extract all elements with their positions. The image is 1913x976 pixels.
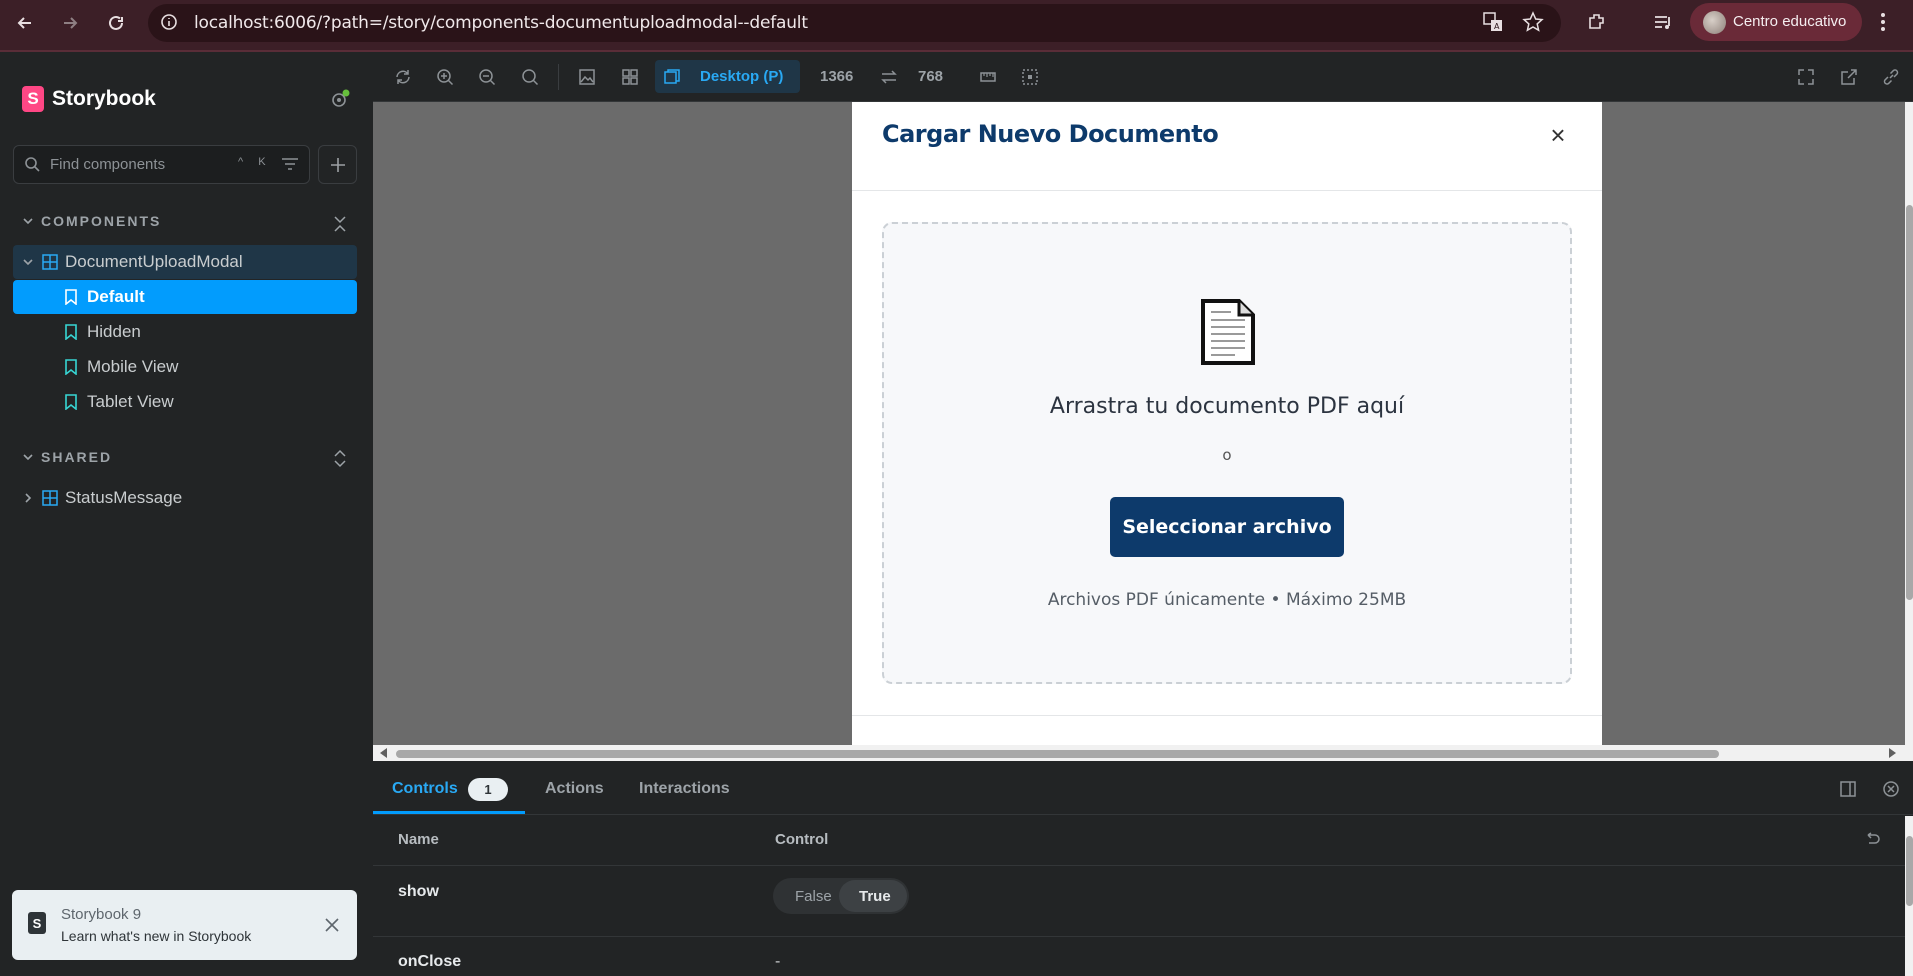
control-value-onclose: - [775, 953, 781, 970]
story-label: Default [87, 287, 145, 306]
bookmark-icon [65, 394, 77, 410]
extensions-icon[interactable] [1586, 11, 1608, 33]
panel-orientation-icon[interactable] [1840, 781, 1856, 797]
translate-icon[interactable]: A [1482, 11, 1504, 33]
whats-new-toast[interactable] [12, 890, 357, 960]
url-text[interactable]: localhost:6006/?path=/story/components-d… [194, 13, 808, 33]
open-new-tab-icon[interactable] [1838, 66, 1860, 88]
grid-icon[interactable] [619, 66, 641, 88]
document-icon [1200, 298, 1256, 366]
drop-or-text: o [1222, 446, 1232, 464]
reload-icon[interactable] [103, 10, 129, 36]
toggle-false-option[interactable]: False [795, 888, 832, 905]
toast-subtitle: Learn what's new in Storybook [61, 928, 252, 944]
column-control: Control [775, 831, 829, 848]
zoom-in-icon[interactable] [434, 66, 456, 88]
control-name-show: show [398, 883, 439, 900]
chevron-down-icon[interactable] [22, 451, 34, 463]
preview-toolbar [373, 52, 1913, 102]
fullscreen-icon[interactable] [1795, 66, 1817, 88]
viewport-width[interactable]: 1366 [820, 68, 853, 85]
bookmark-icon [65, 289, 77, 305]
svg-text:A: A [1494, 22, 1500, 31]
tab-controls[interactable]: Controls [392, 780, 458, 798]
remount-icon[interactable] [392, 66, 414, 88]
chevron-down-icon [22, 256, 34, 268]
avatar [1703, 11, 1726, 34]
media-queue-icon[interactable] [1652, 11, 1674, 33]
zoom-out-icon[interactable] [476, 66, 498, 88]
copy-link-icon[interactable] [1880, 66, 1902, 88]
scroll-right-arrow-icon[interactable] [1888, 748, 1896, 758]
tab-interactions[interactable]: Interactions [639, 780, 730, 798]
search-placeholder: Find components [50, 156, 166, 173]
app-title: Storybook [52, 87, 156, 110]
modal-footer-divider [852, 715, 1602, 716]
toast-title: Storybook 9 [61, 906, 142, 923]
tree-item-label: DocumentUploadModal [65, 252, 243, 271]
tab-actions[interactable]: Actions [545, 780, 604, 798]
section-components-title[interactable]: COMPONENTS [41, 213, 161, 229]
rotate-viewport-icon[interactable] [878, 66, 900, 88]
browser-menu-icon[interactable] [1880, 12, 1886, 32]
component-icon [42, 490, 58, 506]
viewport-height[interactable]: 768 [918, 68, 943, 85]
tree-item-statusmessage[interactable]: StatusMessage [65, 488, 182, 508]
close-panel-icon[interactable] [1883, 781, 1899, 797]
storybook-logo: S [22, 86, 44, 112]
site-info-icon[interactable] [160, 13, 178, 31]
preview-vertical-scroll-thumb[interactable] [1906, 205, 1913, 600]
toggle-true-option[interactable]: True [859, 888, 891, 905]
modal-header-divider [852, 190, 1602, 191]
controls-table-header [373, 816, 1905, 866]
chevron-right-icon[interactable] [22, 492, 34, 504]
section-shared-title[interactable]: SHARED [41, 449, 112, 465]
search-shortcut: ^ K [238, 156, 272, 168]
viewport-icon [661, 66, 683, 88]
story-mobile-view[interactable]: Mobile View [87, 357, 178, 377]
settings-gear-icon[interactable] [330, 89, 350, 109]
addons-tabs [373, 770, 1913, 815]
outline-icon[interactable] [1019, 66, 1041, 88]
add-story-button[interactable] [318, 145, 357, 184]
background-image-icon[interactable] [576, 66, 598, 88]
viewport-label: Desktop (P) [700, 68, 784, 85]
story-hidden[interactable]: Hidden [87, 322, 141, 342]
panel-scroll-thumb[interactable] [1906, 836, 1913, 906]
filter-icon[interactable] [281, 156, 299, 172]
reset-controls-icon[interactable] [1864, 832, 1880, 846]
toolbar-divider [558, 64, 559, 90]
measure-icon[interactable] [977, 66, 999, 88]
modal-title: Cargar Nuevo Documento [882, 120, 1219, 148]
preview-horizontal-scroll-thumb[interactable] [396, 750, 1719, 758]
storybook-small-logo: S [28, 912, 46, 934]
sidebar [0, 52, 373, 976]
modal-close-button[interactable]: × [1545, 120, 1571, 150]
active-tab-indicator [373, 811, 525, 814]
drop-title: Arrastra tu documento PDF aquí [1049, 394, 1405, 419]
expand-all-icon[interactable] [333, 447, 347, 469]
bookmark-icon [65, 359, 77, 375]
story-tablet-view[interactable]: Tablet View [87, 392, 174, 412]
back-icon[interactable] [12, 10, 38, 36]
scroll-left-arrow-icon[interactable] [380, 748, 388, 758]
row-divider [373, 936, 1905, 937]
select-file-button[interactable]: Seleccionar archivo [1110, 497, 1344, 557]
search-icon [24, 156, 40, 172]
bookmark-icon [65, 324, 77, 340]
profile-name: Centro educativo [1733, 13, 1847, 30]
control-name-onclose: onClose [398, 953, 462, 970]
controls-count-badge: 1 [468, 778, 508, 801]
close-icon[interactable] [324, 917, 340, 933]
forward-icon[interactable] [57, 10, 83, 36]
zoom-reset-icon[interactable] [519, 66, 541, 88]
column-name: Name [398, 831, 439, 848]
component-icon [42, 254, 58, 270]
bookmark-star-icon[interactable] [1522, 11, 1544, 33]
file-requirements-hint: Archivos PDF únicamente • Máximo 25MB [1047, 590, 1407, 610]
chevron-down-icon[interactable] [22, 215, 34, 227]
collapse-all-icon[interactable] [333, 211, 347, 233]
